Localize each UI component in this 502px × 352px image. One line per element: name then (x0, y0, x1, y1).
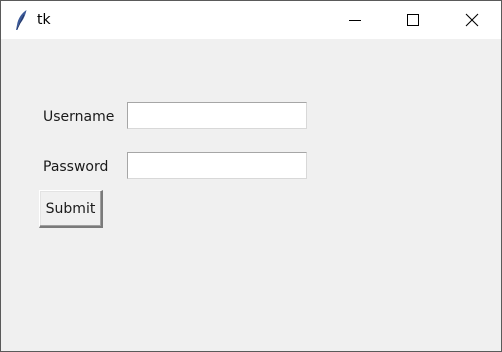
close-button[interactable] (443, 1, 501, 39)
app-window: tk Username Password Submit (0, 0, 502, 352)
username-input[interactable] (127, 102, 307, 129)
minimize-icon (349, 20, 361, 21)
minimize-button[interactable] (326, 1, 384, 39)
window-title: tk (37, 12, 51, 28)
username-label: Username (43, 109, 115, 125)
submit-button[interactable]: Submit (39, 190, 103, 228)
maximize-icon (407, 14, 419, 26)
maximize-button[interactable] (384, 1, 442, 39)
close-icon (465, 13, 479, 27)
title-bar[interactable]: tk (1, 1, 501, 39)
feather-icon (13, 9, 29, 31)
password-input[interactable] (127, 152, 307, 179)
login-form: Username Password Submit (1, 39, 501, 351)
password-label: Password (43, 159, 109, 175)
